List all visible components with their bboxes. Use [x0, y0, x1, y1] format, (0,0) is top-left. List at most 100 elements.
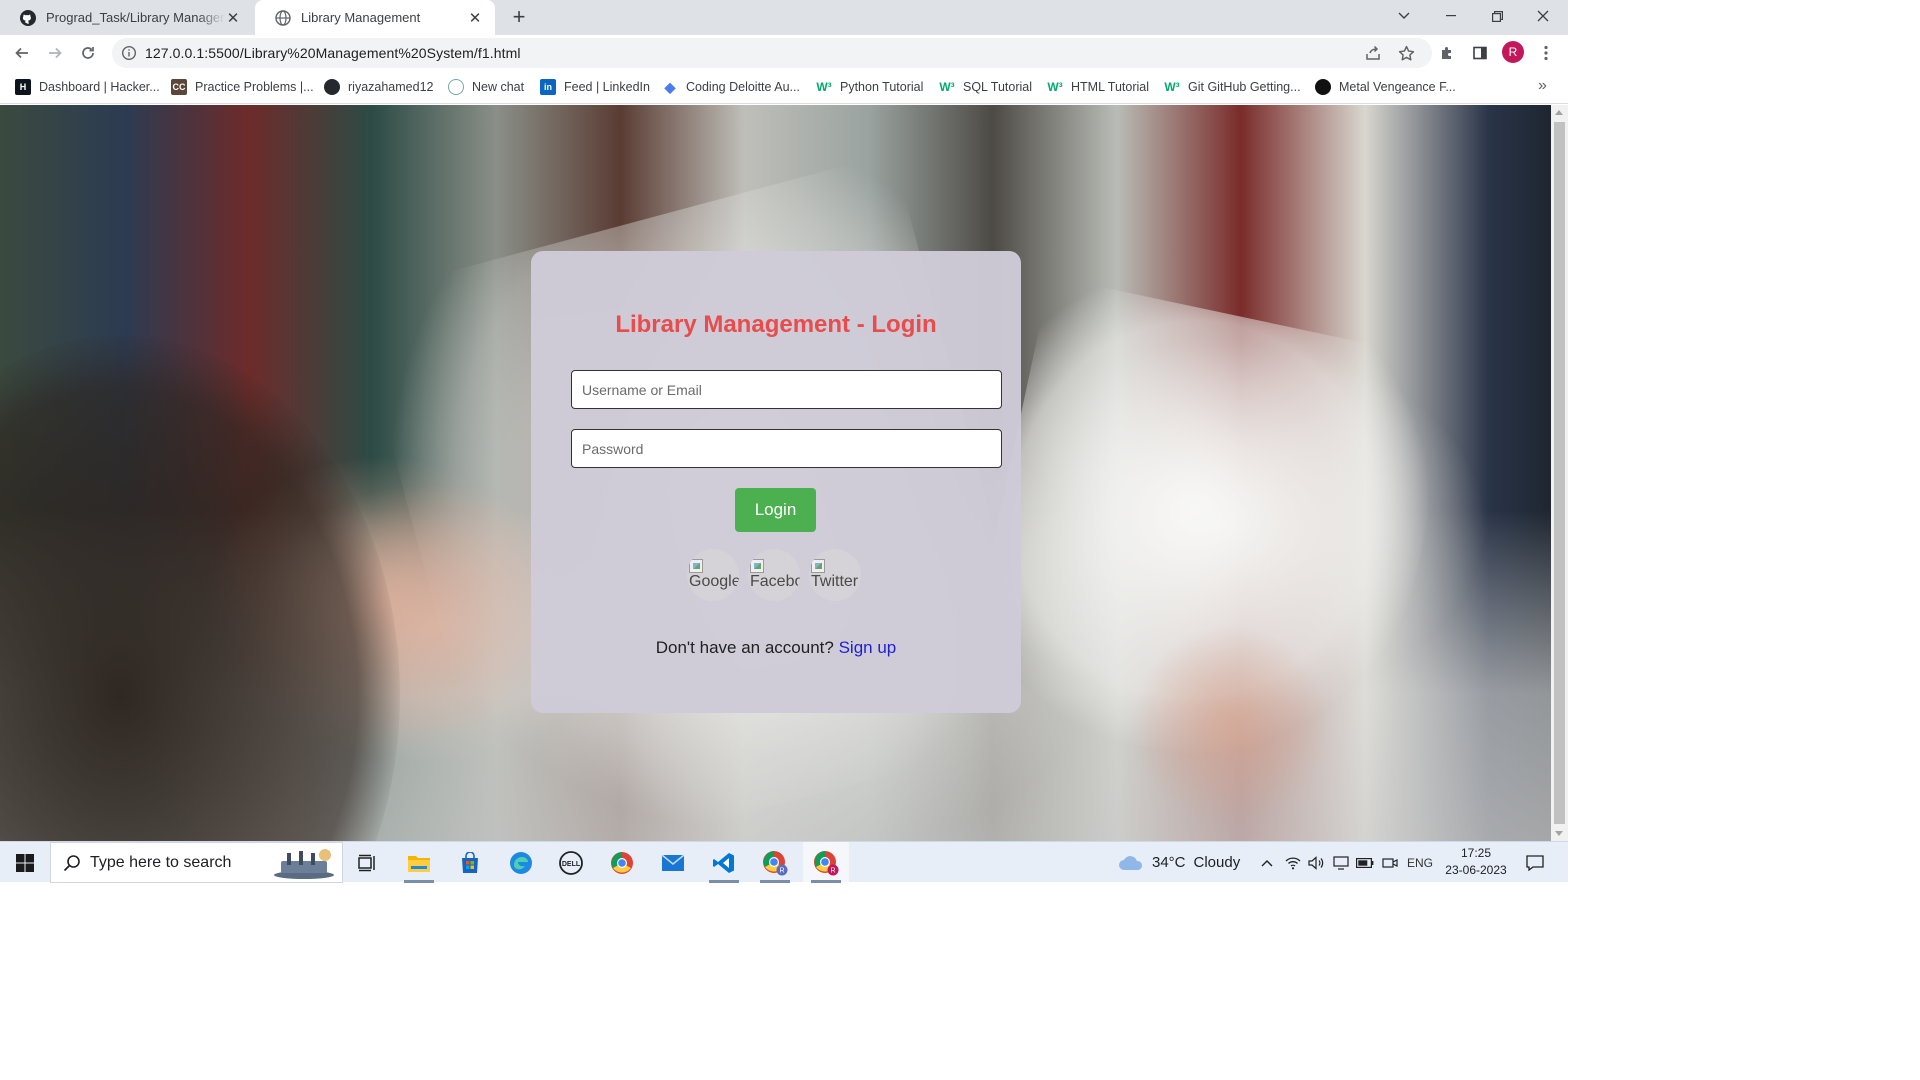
reload-button[interactable]: [74, 39, 102, 67]
chrome-profile-icon: R: [763, 850, 788, 875]
signup-prompt: Don't have an account? Sign up: [531, 638, 1021, 658]
display-icon[interactable]: [1330, 842, 1352, 883]
taskbar-chrome-profile-1[interactable]: R: [752, 842, 798, 883]
login-card: Library Management - Login Login Google …: [531, 251, 1021, 713]
bookmark-item[interactable]: CC Practice Problems |...: [171, 77, 314, 97]
google-login-button[interactable]: Google: [687, 549, 739, 601]
taskbar-chrome[interactable]: [599, 842, 645, 883]
notifications-icon[interactable]: [1522, 842, 1548, 883]
facebook-login-button[interactable]: Facebook: [748, 549, 800, 601]
tab-search-chevron-icon[interactable]: [1381, 0, 1427, 32]
tab-library-management[interactable]: Library Management ✕: [255, 0, 495, 35]
background-hand: [1130, 625, 1330, 825]
side-panel-icon: [1473, 46, 1487, 60]
start-button[interactable]: [0, 842, 50, 883]
bookmark-item[interactable]: Metal Vengeance F...: [1315, 77, 1456, 97]
close-tab-icon[interactable]: ✕: [225, 10, 241, 27]
scrollbar-thumb[interactable]: [1554, 122, 1565, 824]
svg-text:DELL: DELL: [562, 861, 581, 868]
taskbar-search-box[interactable]: Type here to search: [50, 842, 343, 883]
minimize-button[interactable]: [1428, 0, 1474, 32]
facebook-icon-alt: Facebook: [750, 573, 800, 590]
bookmark-label: Python Tutorial: [840, 80, 924, 94]
scroll-down-arrow-icon[interactable]: [1555, 831, 1563, 836]
battery-icon[interactable]: [1354, 842, 1376, 883]
taskbar-edge[interactable]: [498, 842, 544, 883]
taskbar-file-explorer[interactable]: [396, 842, 442, 883]
bookmark-item[interactable]: W³ SQL Tutorial: [939, 77, 1032, 97]
site-info-icon[interactable]: [121, 45, 137, 61]
folder-icon: [408, 855, 430, 872]
side-panel-button[interactable]: [1466, 39, 1494, 67]
signup-link[interactable]: Sign up: [839, 638, 897, 657]
bookmark-item[interactable]: ◆ Coding Deloitte Au...: [662, 77, 800, 97]
weather-temperature: 34°C: [1152, 854, 1186, 871]
login-button[interactable]: Login: [735, 488, 816, 532]
close-window-button[interactable]: [1520, 0, 1566, 32]
tab-title: Library Management: [301, 10, 421, 25]
bookmark-label: New chat: [472, 80, 525, 94]
chrome-profile-icon: R: [814, 850, 839, 875]
taskbar-chrome-profile-2[interactable]: R: [803, 842, 849, 883]
scroll-up-arrow-icon[interactable]: [1555, 110, 1563, 115]
bookmark-item[interactable]: W³ Git GitHub Getting...: [1164, 77, 1300, 97]
task-view-icon: [358, 854, 375, 871]
more-bookmarks-button[interactable]: »: [1538, 77, 1547, 95]
taskbar-vscode[interactable]: [701, 842, 747, 883]
show-hidden-icons-chevron-icon[interactable]: [1256, 842, 1278, 883]
broken-image-icon: [689, 559, 703, 573]
bookmark-item[interactable]: riyazahamed12: [324, 77, 433, 97]
forward-button[interactable]: [41, 39, 69, 67]
browser-menu-button[interactable]: [1532, 39, 1560, 67]
search-placeholder: Type here to search: [90, 854, 232, 871]
language-indicator[interactable]: ENG: [1404, 842, 1436, 883]
mail-icon: [661, 853, 685, 871]
bookmark-item[interactable]: in Feed | LinkedIn: [540, 77, 650, 97]
tab-title: Prograd_Task/Library Manageme: [46, 10, 225, 25]
new-tab-button[interactable]: +: [507, 6, 531, 30]
cloud-icon: [1119, 855, 1143, 870]
meet-now-icon[interactable]: [1379, 842, 1401, 883]
extensions-button[interactable]: [1433, 39, 1461, 67]
url-text[interactable]: 127.0.0.1:5500/Library%20Management%20Sy…: [145, 45, 521, 61]
search-icon: [63, 855, 80, 872]
close-tab-icon[interactable]: ✕: [467, 10, 483, 27]
share-icon[interactable]: [1363, 43, 1383, 63]
clock-date: 23-06-2023: [1445, 863, 1507, 877]
w3schools-icon: W³: [1047, 80, 1063, 94]
back-button[interactable]: [8, 39, 36, 67]
volume-icon[interactable]: [1305, 842, 1327, 883]
bookmark-item[interactable]: H Dashboard | Hacker...: [15, 77, 160, 97]
address-bar[interactable]: 127.0.0.1:5500/Library%20Management%20Sy…: [112, 38, 1432, 68]
profile-avatar[interactable]: R: [1502, 41, 1524, 63]
task-view-button[interactable]: [344, 842, 390, 883]
game-icon: [1315, 79, 1331, 95]
bookmark-item[interactable]: W³ Python Tutorial: [816, 77, 923, 97]
weather-widget[interactable]: 34°C Cloudy: [1118, 842, 1240, 883]
codechef-icon: CC: [171, 79, 187, 95]
w3schools-icon: W³: [1164, 80, 1180, 94]
system-clock[interactable]: 17:25 23-06-2023: [1440, 845, 1512, 879]
bookmark-item[interactable]: W³ HTML Tutorial: [1047, 77, 1149, 97]
broken-image-icon: [811, 559, 825, 573]
tab-github[interactable]: Prograd_Task/Library Manageme ✕: [0, 0, 253, 35]
wifi-icon[interactable]: [1282, 842, 1304, 883]
page-scrollbar[interactable]: [1551, 105, 1568, 841]
signup-prompt-text: Don't have an account?: [655, 638, 834, 657]
taskbar-mail[interactable]: [650, 842, 696, 883]
bookmark-star-icon[interactable]: [1396, 43, 1416, 63]
taskbar-microsoft-store[interactable]: [447, 842, 493, 883]
page-title: Library Management - Login: [615, 311, 937, 338]
windows-taskbar: Type here to search DELL R R 34°C Cloudy: [0, 841, 1568, 883]
twitter-login-button[interactable]: Twitter: [809, 549, 861, 601]
taskbar-dell[interactable]: DELL: [548, 842, 594, 883]
username-input[interactable]: [571, 370, 1002, 409]
store-icon: [462, 851, 478, 873]
bookmark-item[interactable]: New chat: [448, 77, 524, 97]
password-input[interactable]: [571, 429, 1002, 468]
page-viewport: Library Management - Login Login Google …: [0, 105, 1551, 841]
bookmark-label: HTML Tutorial: [1071, 80, 1150, 94]
hackerrank-icon: H: [15, 79, 31, 95]
bookmark-label: SQL Tutorial: [963, 80, 1033, 94]
restore-button[interactable]: [1474, 0, 1520, 32]
